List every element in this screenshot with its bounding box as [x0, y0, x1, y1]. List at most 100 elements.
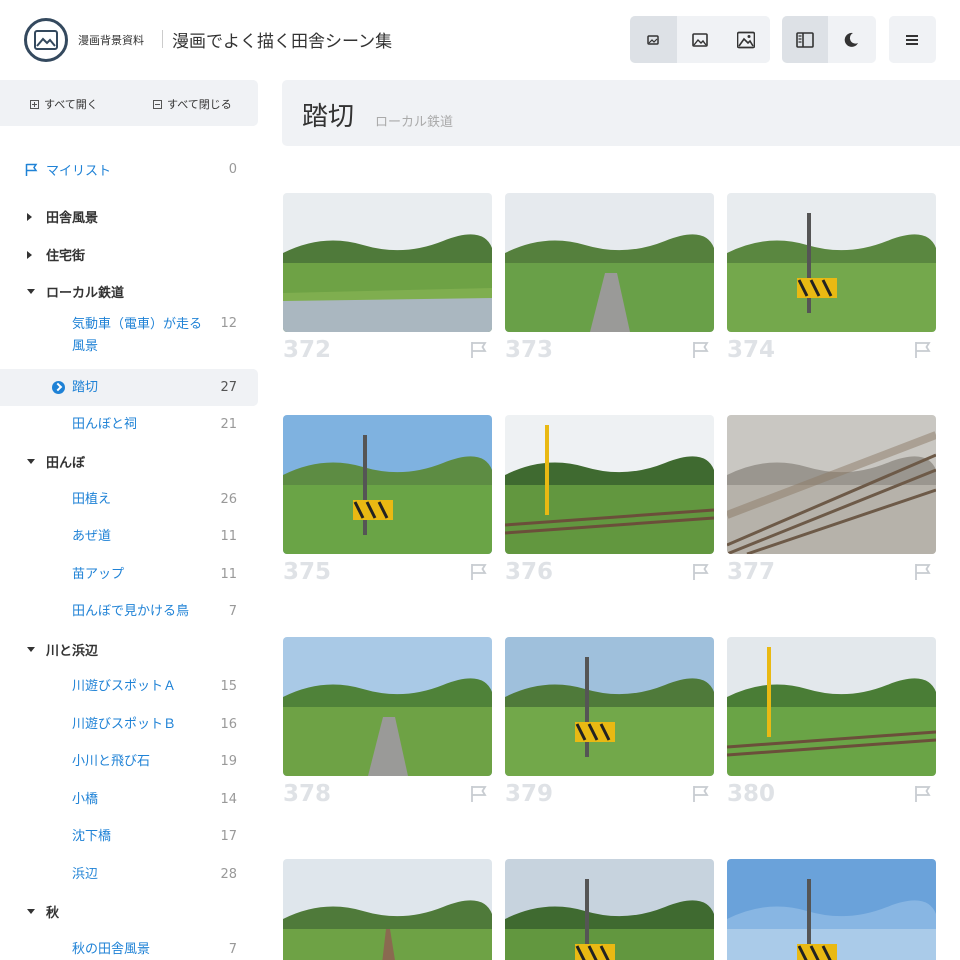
thumbnail[interactable] — [283, 637, 492, 776]
sidebar-category-inaka[interactable]: 田舎風景 — [0, 198, 258, 235]
item-label: 沈下橋 — [72, 828, 112, 844]
sidebar-item-kawaA[interactable]: 川遊びスポットＡ 15 — [0, 668, 258, 705]
sidebar-item-kawaB[interactable]: 川遊びスポットＢ 16 — [0, 706, 258, 743]
sidebar-item-ogawa[interactable]: 小川と飛び石 19 — [0, 743, 258, 780]
page-subtitle[interactable]: ローカル鉄道 — [375, 111, 453, 130]
image-card[interactable]: 378 — [283, 637, 492, 807]
thumbnail[interactable] — [283, 415, 492, 554]
plus-box-icon — [30, 99, 39, 109]
item-label: 田んぼと祠 — [72, 416, 138, 432]
image-card[interactable] — [727, 859, 936, 960]
image-card[interactable]: 374 — [727, 193, 936, 363]
image-card[interactable]: 373 — [505, 193, 714, 363]
flag-icon[interactable] — [914, 563, 932, 581]
item-count: 19 — [220, 754, 237, 769]
logo[interactable] — [24, 18, 68, 62]
item-count: 11 — [220, 529, 237, 544]
mylist-label: マイリスト — [46, 164, 112, 179]
caret-down-icon — [27, 289, 35, 294]
flag-icon[interactable] — [470, 341, 488, 359]
collapse-all-button[interactable]: すべて閉じる — [153, 96, 232, 112]
sidebar-item-mylist[interactable]: マイリスト 0 — [0, 151, 258, 188]
size-medium-button[interactable] — [676, 16, 724, 63]
flag-icon[interactable] — [470, 563, 488, 581]
flag-icon[interactable] — [692, 341, 710, 359]
item-label: 川遊びスポットＢ — [72, 716, 177, 732]
sidebar-item-hokora[interactable]: 田んぼと祠 21 — [0, 406, 258, 443]
flag-icon[interactable] — [470, 785, 488, 803]
image-card[interactable] — [283, 859, 492, 960]
item-count: 14 — [220, 792, 237, 807]
site-name[interactable]: 漫画背景資料 — [78, 32, 144, 48]
size-large-button[interactable] — [723, 16, 770, 63]
image-card[interactable] — [505, 859, 714, 960]
sidebar-category-jutaku[interactable]: 住宅街 — [0, 236, 258, 273]
image-card[interactable]: 379 — [505, 637, 714, 807]
item-label: 浜辺 — [72, 866, 99, 882]
category-label: ローカル鉄道 — [46, 286, 125, 301]
thumbnail[interactable] — [283, 859, 492, 960]
flag-icon — [25, 163, 38, 176]
photo-thumbnail — [283, 637, 492, 776]
image-card[interactable]: 377 — [727, 415, 936, 585]
thumbnail[interactable] — [505, 415, 714, 554]
thumbnail[interactable] — [505, 637, 714, 776]
photo-thumbnail — [283, 415, 492, 554]
check-circle-icon — [52, 381, 65, 394]
sidebar-item-nae[interactable]: 苗アップ 11 — [0, 556, 258, 593]
sidebar-item-taue[interactable]: 田植え 26 — [0, 481, 258, 518]
image-number: 380 — [727, 781, 776, 807]
expand-all-button[interactable]: すべて開く — [30, 96, 98, 112]
thumbnail[interactable] — [505, 859, 714, 960]
flag-icon[interactable] — [914, 785, 932, 803]
menu-button[interactable] — [889, 16, 935, 63]
flag-icon[interactable] — [914, 341, 932, 359]
dark-mode-button[interactable] — [828, 16, 874, 63]
photo-thumbnail — [505, 193, 714, 332]
thumbnail[interactable] — [283, 193, 492, 332]
item-label: 苗アップ — [72, 566, 125, 582]
flag-icon[interactable] — [692, 563, 710, 581]
thumbnail[interactable] — [727, 415, 936, 554]
mylist-count: 0 — [228, 162, 237, 177]
sidebar-item-fumikiri[interactable]: 踏切 27 — [0, 369, 258, 406]
sidebar-item-akifukei[interactable]: 秋の田舎風景 7 — [0, 931, 258, 960]
sidebar-item-hamabe[interactable]: 浜辺 28 — [0, 856, 258, 893]
caret-down-icon — [27, 459, 35, 464]
thumbnail[interactable] — [727, 859, 936, 960]
flag-icon[interactable] — [692, 785, 710, 803]
thumbnail[interactable] — [727, 637, 936, 776]
sidebar-item-chinka[interactable]: 沈下橋 17 — [0, 818, 258, 855]
caret-right-icon — [27, 250, 32, 259]
collapse-all-label: すべて閉じる — [167, 98, 232, 111]
hamburger-icon — [906, 34, 918, 45]
image-card[interactable]: 372 — [283, 193, 492, 363]
size-small-button[interactable] — [630, 16, 677, 63]
sidebar-item-kidosha[interactable]: 気動車（電車）が走る風景 12 — [0, 314, 258, 358]
item-count: 16 — [220, 717, 237, 732]
thumbnail[interactable] — [727, 193, 936, 332]
photo-thumbnail — [283, 193, 492, 332]
moon-icon — [844, 32, 858, 47]
category-label: 秋 — [46, 906, 60, 921]
sidebar-item-tori[interactable]: 田んぼで見かける鳥 7 — [0, 593, 258, 630]
sidebar-category-aki[interactable]: 秋 — [0, 893, 258, 930]
sidebar-item-kobashi[interactable]: 小橋 14 — [0, 781, 258, 818]
item-count: 15 — [220, 679, 237, 694]
item-count: 12 — [220, 316, 237, 331]
image-card[interactable]: 375 — [283, 415, 492, 585]
image-card[interactable]: 380 — [727, 637, 936, 807]
item-label: 踏切 — [72, 379, 99, 395]
sidebar-category-tanbo[interactable]: 田んぼ — [0, 443, 258, 480]
image-number: 374 — [727, 337, 776, 363]
thumbnail[interactable] — [505, 193, 714, 332]
sidebar-item-azemichi[interactable]: あぜ道 11 — [0, 518, 258, 555]
item-label: 田植え — [72, 491, 112, 507]
sidebar-category-local[interactable]: ローカル鉄道 — [0, 273, 258, 310]
image-number: 377 — [727, 559, 776, 585]
sidebar-toggle-button[interactable] — [782, 16, 828, 63]
image-card[interactable]: 376 — [505, 415, 714, 585]
sidebar-category-kawa[interactable]: 川と浜辺 — [0, 631, 258, 668]
image-number: 378 — [283, 781, 332, 807]
item-count: 7 — [228, 942, 237, 957]
